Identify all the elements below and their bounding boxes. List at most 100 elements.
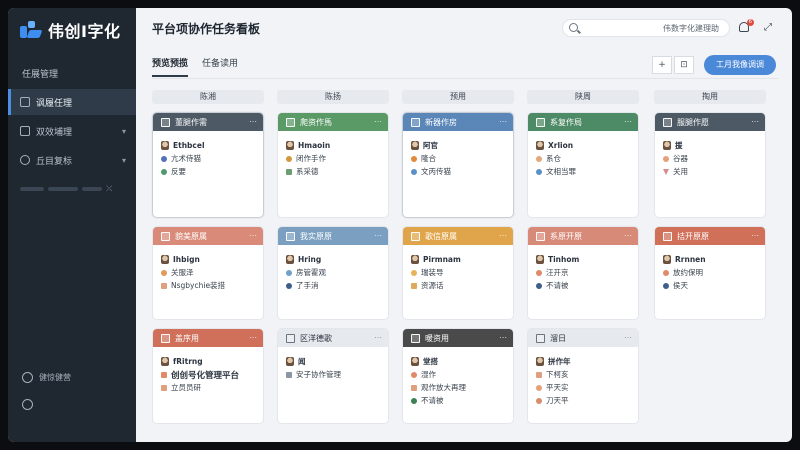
add-button[interactable]: +: [652, 56, 672, 74]
task-card[interactable]: 新器作房 ⋯ 阿官 隆合 文丙传猫: [402, 112, 514, 218]
card-checkbox[interactable]: [411, 117, 420, 127]
card-checkbox[interactable]: [536, 231, 545, 241]
card-field: 系仓: [536, 152, 630, 165]
column-header: 预用: [402, 90, 514, 104]
more-icon[interactable]: ⋯: [751, 117, 759, 126]
assignee-avatar: [411, 357, 419, 366]
card-header: 我实原原 ⋯: [278, 227, 388, 245]
card-title: 服腿作愿: [677, 117, 709, 127]
more-icon[interactable]: ⋯: [624, 231, 632, 240]
more-icon[interactable]: ⋯: [499, 117, 507, 126]
more-icon[interactable]: ⋯: [751, 231, 759, 240]
card-field-text: Ethbcel: [173, 141, 205, 150]
chevron-down-icon: ▾: [121, 126, 126, 136]
tab-tasks[interactable]: 任备读用: [202, 56, 238, 77]
more-icon[interactable]: ⋯: [374, 117, 382, 126]
card-field: fRitrng: [161, 355, 255, 368]
card-field-text: 湿作: [421, 370, 436, 379]
card-checkbox[interactable]: [286, 117, 295, 127]
task-card[interactable]: 服腿作愿 ⋯ 援谷器 关用: [654, 112, 766, 218]
card-field-text: 隆合: [421, 154, 436, 163]
primary-action-button[interactable]: 工月我像调调: [704, 55, 776, 75]
task-card[interactable]: 溜日 ⋯ 拼作年 下柯亥 平天实 刀天平: [527, 328, 639, 424]
card-checkbox[interactable]: [286, 231, 295, 241]
sidebar-item-progress[interactable]: 讽履任理: [8, 89, 136, 115]
card-field-text: Tinhom: [548, 255, 580, 264]
card-field-text: fRitrng: [173, 357, 203, 366]
task-card[interactable]: 拮开原原 ⋯ Rrnnen 放约保明 侯天: [654, 226, 766, 320]
more-icon[interactable]: ⋯: [249, 333, 257, 342]
card-body: fRitrng 创创号化管理平台 立员员研: [153, 347, 263, 400]
expand-icon[interactable]: ⤢: [764, 22, 772, 33]
app-window: 伟创I字化 任展管理 讽履任理 双效埔理 ▾ 丘目复标 ▾ ⤫ 健惊健营 平台项…: [8, 8, 792, 442]
settings-icon: [22, 399, 33, 410]
column-header: 陕周: [527, 90, 639, 104]
more-icon[interactable]: ⋯: [624, 333, 632, 342]
logo-mark-icon: [20, 21, 43, 39]
task-card[interactable]: 我实原原 ⋯ Hring 房管霍观 了手消: [277, 226, 389, 320]
card-checkbox[interactable]: [161, 231, 170, 241]
more-icon[interactable]: ⋯: [249, 231, 257, 240]
notification-button[interactable]: 6: [738, 19, 754, 34]
card-checkbox[interactable]: [663, 231, 672, 241]
card-field: 援: [663, 139, 757, 152]
card-field-text: 资源话: [421, 281, 444, 290]
task-card[interactable]: 区洋德歌 ⋯ 闻安子协作管理: [277, 328, 389, 424]
card-checkbox[interactable]: [536, 333, 545, 343]
sidebar-help-link[interactable]: 健惊健营: [22, 372, 71, 383]
card-checkbox[interactable]: [663, 117, 672, 127]
task-card[interactable]: 貌美原属 ⋯ Ihbign 关服泽 Nsgbychie装措: [152, 226, 264, 320]
tag-square-icon: [536, 371, 542, 378]
search-icon: [569, 23, 578, 32]
assignee-avatar: [536, 141, 544, 150]
assignee-avatar: [286, 255, 294, 264]
view-toggle-button[interactable]: ⊡: [674, 56, 694, 74]
task-card[interactable]: 歌信原属 ⋯ Pirmnam 瑞装导 资源话: [402, 226, 514, 320]
more-icon[interactable]: ⋯: [624, 117, 632, 126]
collapse-icon[interactable]: ⤫: [106, 184, 112, 194]
card-field: Tinhom: [536, 253, 630, 266]
sidebar-settings-link[interactable]: [22, 399, 71, 410]
card-field-text: 关服泽: [171, 268, 194, 277]
task-card[interactable]: 暖资用 ⋯ 堂搭 湿作 观作放大再理 不请被: [402, 328, 514, 424]
card-title: 我实原原: [300, 231, 332, 241]
card-checkbox[interactable]: [286, 333, 295, 343]
logo: 伟创I字化: [20, 18, 120, 42]
card-field-text: 关用: [673, 167, 688, 176]
card-title: 貌美原属: [175, 231, 207, 241]
task-card[interactable]: 系原开原 ⋯ Tinhom 汪开京 不请被: [527, 226, 639, 320]
assignee-avatar: [286, 141, 294, 150]
card-checkbox[interactable]: [536, 117, 545, 127]
sidebar-item-task-management[interactable]: 任展管理: [8, 60, 136, 86]
task-card[interactable]: 系复作局 ⋯ Xrlion 系仓 文相当罪: [527, 112, 639, 218]
more-icon[interactable]: ⋯: [499, 231, 507, 240]
card-checkbox[interactable]: [161, 333, 170, 343]
task-card[interactable]: 爬资作馬 ⋯ Hmaoin 闭作手作 系采德: [277, 112, 389, 218]
card-checkbox[interactable]: [161, 117, 170, 127]
card-body: Ethbcel 亢术侍猫 反要: [153, 131, 263, 184]
card-checkbox[interactable]: [411, 333, 420, 343]
more-icon[interactable]: ⋯: [374, 231, 382, 240]
card-checkbox[interactable]: [411, 231, 420, 241]
sidebar-nav: 任展管理 讽履任理 双效埔理 ▾ 丘目复标 ▾: [8, 60, 136, 176]
task-card[interactable]: 董腿作需 ⋯ Ethbcel 亢术侍猫 反要: [152, 112, 264, 218]
task-card[interactable]: 盖序用 ⋯ fRitrng 创创号化管理平台 立员员研: [152, 328, 264, 424]
card-header: 盖序用 ⋯: [153, 329, 263, 347]
card-field: 放约保明: [663, 266, 757, 279]
card-field: Pirmnam: [411, 253, 505, 266]
card-field: Ihbign: [161, 253, 255, 266]
card-field-text: Rrnnen: [675, 255, 706, 264]
card-field: Hring: [286, 253, 380, 266]
status-dot-icon: [663, 269, 669, 276]
card-field: 关服泽: [161, 266, 255, 279]
sidebar-item-efficiency[interactable]: 双效埔理 ▾: [8, 118, 136, 144]
sidebar-item-goals[interactable]: 丘目复标 ▾: [8, 147, 136, 173]
assignee-avatar: [663, 141, 671, 150]
tag-square-icon: [411, 384, 417, 391]
more-icon[interactable]: ⋯: [499, 333, 507, 342]
tab-preview[interactable]: 预览预揽: [152, 56, 189, 77]
more-icon[interactable]: ⋯: [249, 117, 257, 126]
card-field-text: 阿官: [423, 141, 438, 150]
search-input[interactable]: 伟数字化建理助: [562, 19, 730, 37]
more-icon[interactable]: ⋯: [374, 333, 382, 342]
